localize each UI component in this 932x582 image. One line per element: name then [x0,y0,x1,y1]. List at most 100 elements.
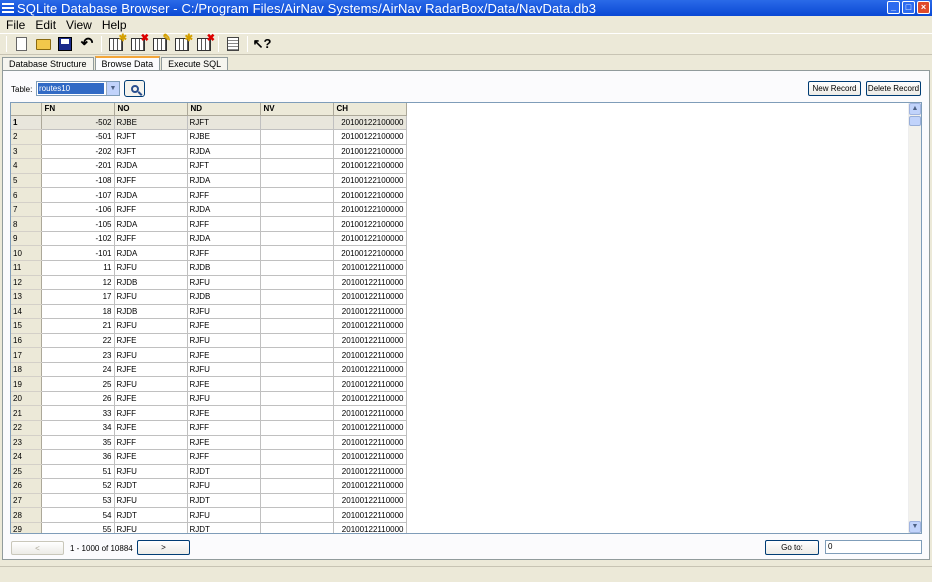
cell-nd[interactable]: RJDB [187,289,261,305]
cell-ch[interactable]: 20100122110000 [333,507,407,523]
row-header[interactable]: 4 [11,158,42,174]
cell-nd[interactable]: RJDA [187,144,261,160]
menu-file[interactable]: File [0,18,30,32]
cell-fn[interactable]: -501 [41,129,115,145]
cell-nv[interactable] [260,333,334,349]
cell-no[interactable]: RJFE [114,391,188,407]
row-header[interactable]: 11 [11,260,42,276]
cell-nd[interactable]: RJFE [187,318,261,334]
cell-ch[interactable]: 20100122110000 [333,464,407,480]
cell-nv[interactable] [260,376,334,392]
cell-fn[interactable]: -201 [41,158,115,174]
table-row[interactable]: 17 23 RJFU RJFE 20100122110000 [11,347,407,363]
cell-nv[interactable] [260,391,334,407]
cell-ch[interactable]: 20100122110000 [333,260,407,276]
row-header[interactable]: 26 [11,478,42,494]
cell-no[interactable]: RJFE [114,362,188,378]
cell-no[interactable]: RJFU [114,493,188,509]
cell-no[interactable]: RJDT [114,478,188,494]
cell-no[interactable]: RJFU [114,464,188,480]
row-header[interactable]: 6 [11,187,42,203]
cell-nd[interactable]: RJFT [187,158,261,174]
app-menu-icon[interactable] [2,3,14,13]
delete-table-button[interactable]: ✖ [127,33,149,54]
cell-ch[interactable]: 20100122110000 [333,435,407,451]
cell-nd[interactable]: RJFU [187,391,261,407]
menu-edit[interactable]: Edit [30,18,61,32]
cell-ch[interactable]: 20100122110000 [333,318,407,334]
table-row[interactable]: 9 -102 RJFF RJDA 20100122100000 [11,231,407,247]
cell-no[interactable]: RJFF [114,405,188,421]
chevron-down-icon[interactable]: ▼ [106,82,119,95]
cell-fn[interactable]: -105 [41,216,115,232]
table-row[interactable]: 10 -101 RJDA RJFF 20100122100000 [11,245,407,261]
cell-no[interactable]: RJFU [114,318,188,334]
cell-no[interactable]: RJFF [114,435,188,451]
cell-fn[interactable]: 21 [41,318,115,334]
table-row[interactable]: 14 18 RJDB RJFU 20100122110000 [11,304,407,320]
cell-fn[interactable]: 17 [41,289,115,305]
cell-ch[interactable]: 20100122110000 [333,376,407,392]
cell-no[interactable]: RJDA [114,158,188,174]
row-header[interactable]: 19 [11,376,42,392]
cell-ch[interactable]: 20100122110000 [333,522,407,533]
cell-ch[interactable]: 20100122110000 [333,478,407,494]
cell-nd[interactable]: RJFF [187,449,261,465]
delete-index-button[interactable]: ✖ [193,33,215,54]
cell-fn[interactable]: -101 [41,245,115,261]
tab-database-structure[interactable]: Database Structure [2,57,94,71]
cell-nv[interactable] [260,260,334,276]
cell-fn[interactable]: -107 [41,187,115,203]
cell-ch[interactable]: 20100122110000 [333,420,407,436]
cell-ch[interactable]: 20100122100000 [333,216,407,232]
cell-nd[interactable]: RJFU [187,478,261,494]
cell-nd[interactable]: RJFF [187,187,261,203]
corner-header[interactable] [11,103,42,116]
table-row[interactable]: 13 17 RJFU RJDB 20100122110000 [11,289,407,305]
cell-nv[interactable] [260,202,334,218]
delete-record-button[interactable]: Delete Record [866,81,921,96]
cell-no[interactable]: RJFE [114,333,188,349]
cell-nd[interactable]: RJFU [187,275,261,291]
cell-ch[interactable]: 20100122110000 [333,289,407,305]
cell-nv[interactable] [260,216,334,232]
open-database-button[interactable] [32,34,54,54]
tab-execute-sql[interactable]: Execute SQL [161,57,229,71]
column-header-no[interactable]: NO [114,103,188,116]
cell-nv[interactable] [260,173,334,189]
cell-fn[interactable]: 24 [41,362,115,378]
cell-no[interactable]: RJFU [114,522,188,533]
cell-nd[interactable]: RJDA [187,173,261,189]
cell-fn[interactable]: 35 [41,435,115,451]
cell-nd[interactable]: RJDT [187,522,261,533]
column-header-nd[interactable]: ND [187,103,261,116]
row-header[interactable]: 24 [11,449,42,465]
cell-no[interactable]: RJFU [114,289,188,305]
cell-nv[interactable] [260,449,334,465]
cell-nv[interactable] [260,231,334,247]
cell-nd[interactable]: RJDA [187,202,261,218]
row-header[interactable]: 5 [11,173,42,189]
table-row[interactable]: 6 -107 RJDA RJFF 20100122100000 [11,187,407,203]
row-header[interactable]: 20 [11,391,42,407]
cell-nv[interactable] [260,318,334,334]
table-select[interactable]: routes10 ▼ [36,81,120,96]
cell-fn[interactable]: 34 [41,420,115,436]
table-row[interactable]: 27 53 RJFU RJDT 20100122110000 [11,493,407,509]
cell-nd[interactable]: RJDT [187,493,261,509]
cell-no[interactable]: RJFT [114,144,188,160]
cell-nv[interactable] [260,362,334,378]
maximize-button[interactable]: □ [902,1,915,14]
row-header[interactable]: 29 [11,522,42,533]
table-row[interactable]: 21 33 RJFF RJFE 20100122110000 [11,405,407,421]
cell-no[interactable]: RJBE [114,115,188,131]
table-row[interactable]: 25 51 RJFU RJDT 20100122110000 [11,464,407,480]
cell-ch[interactable]: 20100122100000 [333,202,407,218]
row-header[interactable]: 14 [11,304,42,320]
cell-no[interactable]: RJDT [114,507,188,523]
cell-fn[interactable]: -108 [41,173,115,189]
row-header[interactable]: 17 [11,347,42,363]
cell-no[interactable]: RJFE [114,420,188,436]
cell-nv[interactable] [260,405,334,421]
data-grid[interactable]: FN NO ND NV CH 1 -502 RJBE RJFT 201001221000… [10,102,922,534]
